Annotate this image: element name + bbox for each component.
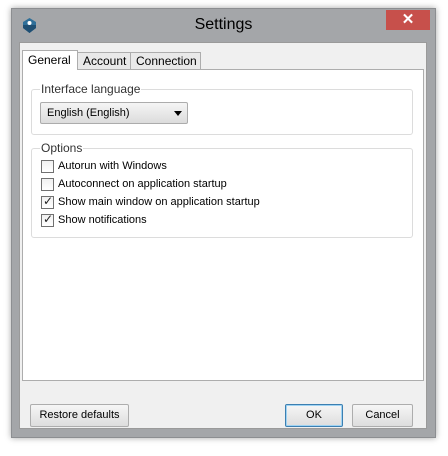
show-notifications-checkbox[interactable]: ✓ [41,212,54,227]
cancel-button[interactable]: Cancel [352,404,413,427]
close-icon: ✕ [401,11,415,28]
interface-language-group: Interface language English (English) [31,82,413,135]
dropdown-arrow-icon [174,111,182,116]
restore-defaults-button[interactable]: Restore defaults [30,404,129,427]
autoconnect-label: Autoconnect on application startup [58,178,227,190]
ok-button[interactable]: OK [285,404,343,427]
autoconnect-checkbox[interactable] [41,178,54,191]
language-dropdown-value: English (English) [47,107,130,119]
tab-account[interactable]: Account [77,52,131,69]
close-button[interactable]: ✕ [386,10,430,30]
settings-window: Settings ✕ General Account Connection In… [11,8,436,438]
interface-language-group-title: Interface language [40,82,142,96]
autorun-checkbox[interactable] [41,160,54,173]
window-title: Settings [194,16,253,33]
show-notifications-label: Show notifications [58,214,147,226]
general-tab-page: Interface language English (English) Opt… [22,69,424,381]
tab-general[interactable]: General [22,50,78,70]
show-main-window-label: Show main window on application startup [58,196,260,208]
checkmark-icon: ✓ [43,212,54,226]
options-group: Options Autorun with Windows Autoconnect… [31,141,413,238]
title-bar[interactable]: Settings ✕ [12,9,435,42]
window-client-area: General Account Connection Interface lan… [19,42,427,429]
checkmark-icon: ✓ [43,194,54,208]
language-dropdown[interactable]: English (English) [40,102,188,124]
autorun-label: Autorun with Windows [58,160,167,172]
show-main-window-checkbox[interactable]: ✓ [41,194,54,209]
options-group-title: Options [40,141,84,155]
tab-connection[interactable]: Connection [130,52,201,69]
